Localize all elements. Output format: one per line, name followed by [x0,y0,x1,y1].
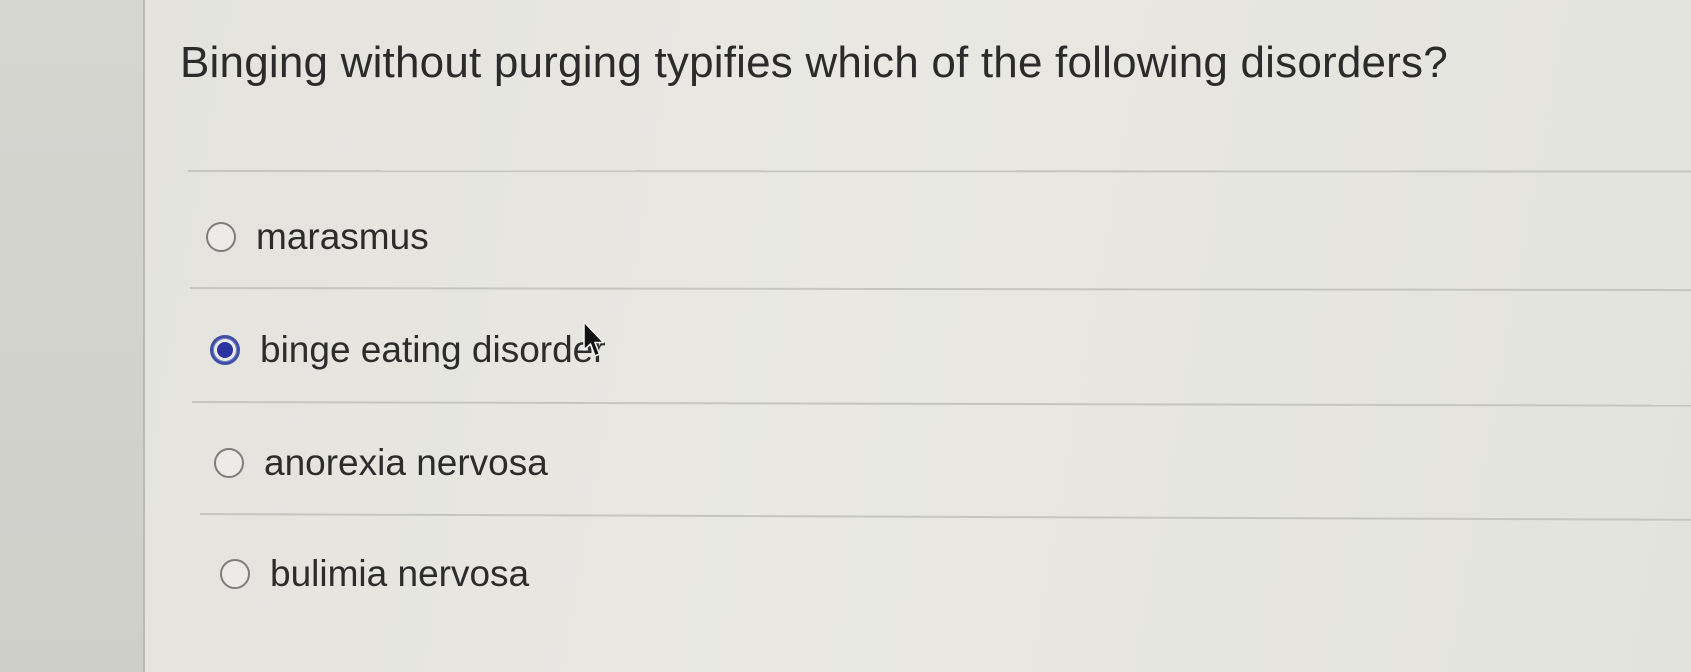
option-anorexia-nervosa[interactable]: anorexia nervosa [214,442,548,484]
question-text: Binging without purging typifies which o… [180,38,1448,87]
mouse-pointer-icon [583,321,605,357]
option-label: binge eating disorder [260,329,606,370]
radio-bulimia-nervosa[interactable] [220,559,250,589]
option-label: anorexia nervosa [264,442,548,483]
radio-binge-eating-disorder[interactable] [210,335,240,365]
option-marasmus[interactable]: marasmus [206,216,429,258]
option-bulimia-nervosa[interactable]: bulimia nervosa [220,553,529,595]
option-label: bulimia nervosa [270,553,530,594]
left-gutter [0,0,143,672]
radio-anorexia-nervosa[interactable] [214,448,244,478]
radio-selected-dot [217,342,233,358]
radio-marasmus[interactable] [206,222,236,252]
option-binge-eating-disorder[interactable]: binge eating disorder [210,329,606,371]
option-label: marasmus [256,216,429,257]
